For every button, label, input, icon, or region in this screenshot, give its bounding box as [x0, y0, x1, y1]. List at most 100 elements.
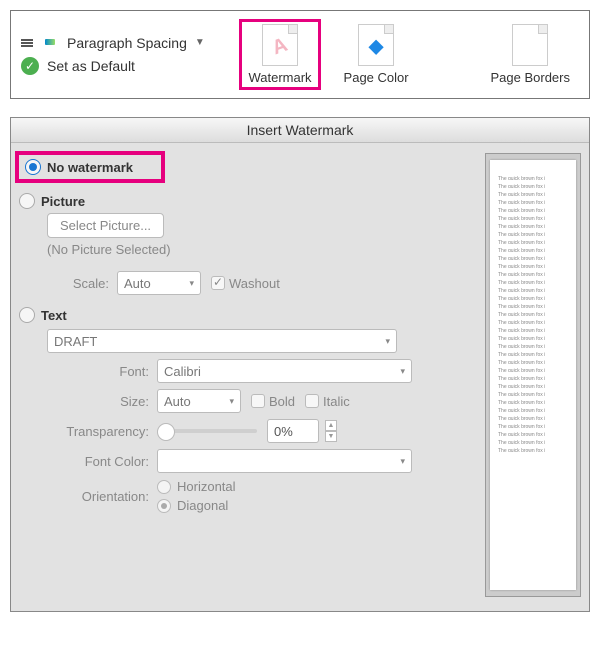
italic-label: Italic — [323, 394, 350, 409]
preview-line: The quick brown fox j — [498, 232, 572, 236]
preview-line: The quick brown fox j — [498, 344, 572, 348]
chevron-down-icon: ▾ — [400, 456, 405, 467]
no-watermark-label: No watermark — [47, 160, 133, 175]
preview-line: The quick brown fox j — [498, 384, 572, 388]
page-color-label: Page Color — [344, 70, 409, 85]
preview-line: The quick brown fox j — [498, 432, 572, 436]
set-default-label: Set as Default — [47, 58, 135, 74]
page-borders-button[interactable]: Page Borders — [482, 19, 580, 90]
italic-checkbox[interactable] — [305, 394, 319, 408]
check-circle-icon: ✓ — [21, 57, 39, 75]
bold-checkbox[interactable] — [251, 394, 265, 408]
chevron-down-icon: ▾ — [385, 336, 390, 347]
preview-line: The quick brown fox j — [498, 360, 572, 364]
dialog-title: Insert Watermark — [11, 118, 589, 143]
preview-line: The quick brown fox j — [498, 272, 572, 276]
transparency-label: Transparency: — [47, 424, 157, 439]
size-label: Size: — [47, 394, 157, 409]
ribbon-toolbar: Paragraph Spacing ▼ ✓ Set as Default A W… — [10, 10, 590, 99]
preview-line: The quick brown fox j — [498, 184, 572, 188]
orientation-label: Orientation: — [47, 489, 157, 504]
preview-line: The quick brown fox j — [498, 328, 572, 332]
line-spacing-icon — [21, 39, 33, 47]
picture-radio[interactable] — [19, 193, 35, 209]
preview-line: The quick brown fox j — [498, 224, 572, 228]
preview-line: The quick brown fox j — [498, 248, 572, 252]
no-watermark-radio[interactable] — [25, 159, 41, 175]
brush-icon — [43, 37, 59, 49]
preview-line: The quick brown fox j — [498, 176, 572, 180]
preview-line: The quick brown fox j — [498, 376, 572, 380]
transparency-value[interactable]: 0% — [267, 419, 319, 443]
scale-value: Auto — [124, 276, 151, 291]
preview-line: The quick brown fox j — [498, 336, 572, 340]
transparency-slider[interactable] — [157, 429, 257, 433]
ribbon-left-group: Paragraph Spacing ▼ ✓ Set as Default — [21, 32, 225, 78]
watermark-label: Watermark — [248, 70, 311, 85]
preview-line: The quick brown fox j — [498, 440, 572, 444]
preview-line: The quick brown fox j — [498, 408, 572, 412]
preview-line: The quick brown fox j — [498, 288, 572, 292]
set-default-button[interactable]: ✓ Set as Default — [21, 54, 225, 78]
diagonal-label: Diagonal — [177, 498, 228, 513]
size-value: Auto — [164, 394, 191, 409]
text-label: Text — [41, 308, 67, 323]
no-watermark-highlight: No watermark — [15, 151, 165, 183]
select-picture-button[interactable]: Select Picture... — [47, 213, 164, 238]
diagonal-radio[interactable] — [157, 499, 171, 513]
watermark-icon: A — [262, 24, 298, 66]
preview-line: The quick brown fox j — [498, 352, 572, 356]
text-radio[interactable] — [19, 307, 35, 323]
preview-line: The quick brown fox j — [498, 208, 572, 212]
font-label: Font: — [47, 364, 157, 379]
paragraph-spacing-label: Paragraph Spacing — [67, 35, 187, 51]
chevron-down-icon: ▾ — [400, 366, 405, 377]
page-borders-icon — [512, 24, 548, 66]
page-color-icon: ◆ — [358, 24, 394, 66]
preview-line: The quick brown fox j — [498, 312, 572, 316]
preview-line: The quick brown fox j — [498, 240, 572, 244]
preview-line: The quick brown fox j — [498, 320, 572, 324]
watermark-preview: The quick brown fox j The quick brown fo… — [485, 153, 581, 597]
watermark-text-value: DRAFT — [54, 334, 97, 349]
preview-line: The quick brown fox j — [498, 216, 572, 220]
preview-line: The quick brown fox j — [498, 424, 572, 428]
preview-line: The quick brown fox j — [498, 392, 572, 396]
chevron-down-icon: ▼ — [195, 37, 205, 48]
font-color-label: Font Color: — [47, 454, 157, 469]
preview-line: The quick brown fox j — [498, 192, 572, 196]
preview-page: The quick brown fox j The quick brown fo… — [490, 160, 576, 590]
watermark-button[interactable]: A Watermark — [239, 19, 320, 90]
transparency-stepper[interactable]: ▲▼ — [325, 420, 337, 442]
watermark-text-select[interactable]: DRAFT ▾ — [47, 329, 397, 353]
page-color-button[interactable]: ◆ Page Color — [335, 19, 418, 90]
preview-line: The quick brown fox j — [498, 448, 572, 452]
preview-line: The quick brown fox j — [498, 368, 572, 372]
scale-label: Scale: — [47, 276, 117, 291]
picture-label: Picture — [41, 194, 85, 209]
chevron-down-icon: ▾ — [229, 396, 234, 407]
preview-line: The quick brown fox j — [498, 296, 572, 300]
chevron-down-icon: ▾ — [189, 278, 194, 289]
font-value: Calibri — [164, 364, 201, 379]
washout-label: Washout — [229, 276, 280, 291]
font-color-select[interactable]: ▾ — [157, 449, 412, 473]
horizontal-radio[interactable] — [157, 480, 171, 494]
washout-checkbox[interactable] — [211, 276, 225, 290]
font-select[interactable]: Calibri ▾ — [157, 359, 412, 383]
preview-line: The quick brown fox j — [498, 416, 572, 420]
preview-line: The quick brown fox j — [498, 304, 572, 308]
scale-select[interactable]: Auto ▾ — [117, 271, 201, 295]
preview-line: The quick brown fox j — [498, 264, 572, 268]
preview-line: The quick brown fox j — [498, 400, 572, 404]
preview-line: The quick brown fox j — [498, 256, 572, 260]
page-borders-label: Page Borders — [491, 70, 571, 85]
preview-line: The quick brown fox j — [498, 280, 572, 284]
no-picture-selected-note: (No Picture Selected) — [47, 238, 475, 265]
insert-watermark-dialog: Insert Watermark No watermark Picture Se… — [10, 117, 590, 612]
paragraph-spacing-button[interactable]: Paragraph Spacing ▼ — [21, 32, 225, 54]
bold-label: Bold — [269, 394, 295, 409]
preview-line: The quick brown fox j — [498, 200, 572, 204]
horizontal-label: Horizontal — [177, 479, 236, 494]
size-select[interactable]: Auto ▾ — [157, 389, 241, 413]
